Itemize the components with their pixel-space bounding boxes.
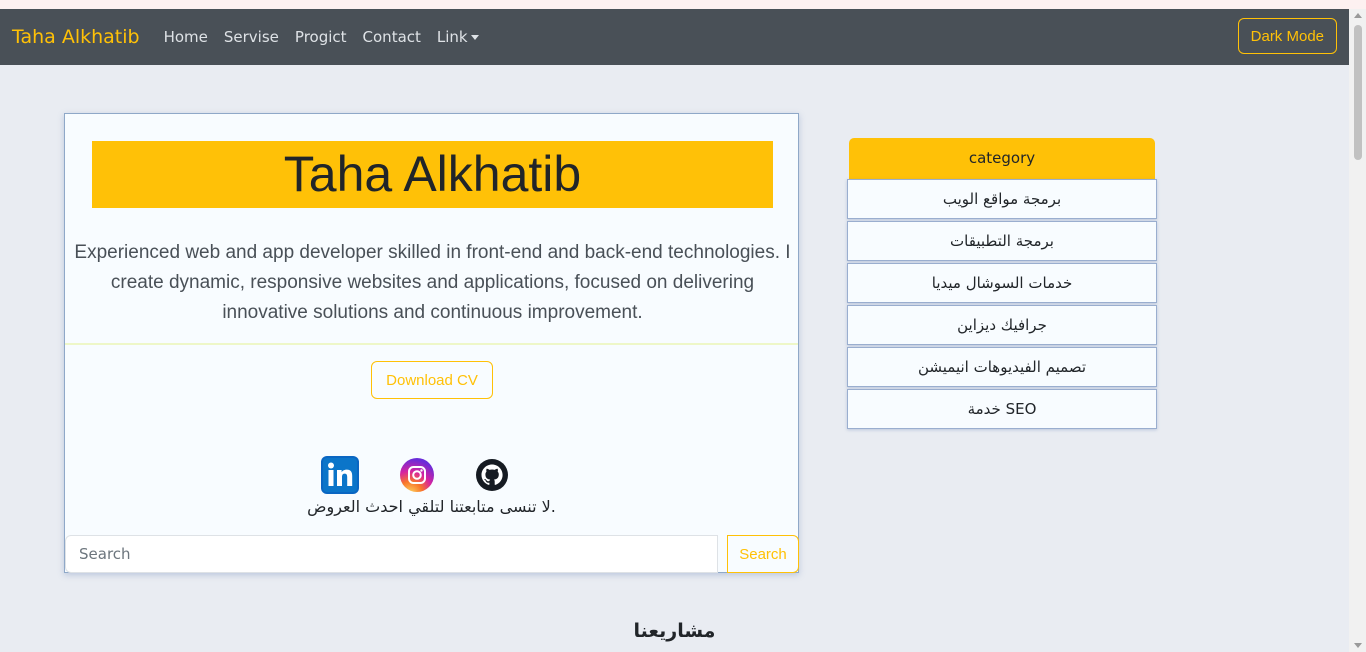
nav-dropdown-label: Link: [436, 28, 468, 46]
nav-link-contact[interactable]: Contact: [363, 28, 421, 46]
download-cv-button[interactable]: Download CV: [371, 361, 493, 399]
top-strip: [0, 0, 1366, 9]
category-item-video-animation[interactable]: تصميم الفيديوهات انيميشن: [847, 347, 1157, 387]
nav-link-home[interactable]: Home: [164, 28, 208, 46]
category-item-graphic-design[interactable]: جرافيك ديزاين: [847, 305, 1157, 345]
nav-link-project[interactable]: Progict: [295, 28, 347, 46]
profile-card: Taha Alkhatib Experienced web and app de…: [64, 113, 799, 573]
profile-title: Taha Alkhatib: [92, 141, 773, 208]
caret-down-icon: [470, 35, 479, 40]
divider: [65, 343, 798, 345]
category-item-seo[interactable]: خدمة SEO: [847, 389, 1157, 429]
nav-link-service[interactable]: Servise: [224, 28, 279, 46]
category-item-apps[interactable]: برمجة التطبيقات: [847, 221, 1157, 261]
category-item-social-media[interactable]: خدمات السوشال ميديا: [847, 263, 1157, 303]
instagram-icon[interactable]: [398, 456, 436, 494]
category-item-web[interactable]: برمجة مواقع الويب: [847, 179, 1157, 219]
navbar: Taha Alkhatib Home Servise Progict Conta…: [0, 9, 1349, 65]
dark-mode-button[interactable]: Dark Mode: [1237, 18, 1337, 54]
category-header: category: [849, 138, 1155, 179]
scroll-down-icon[interactable]: [1354, 643, 1362, 648]
profile-bio: Experienced web and app developer skille…: [74, 242, 791, 323]
navbar-brand[interactable]: Taha Alkhatib: [12, 26, 140, 48]
category-list: برمجة مواقع الويب برمجة التطبيقات خدمات …: [847, 179, 1157, 431]
search-input[interactable]: [65, 535, 718, 573]
follow-text: لا تنسى متابعتنا لتلقي احدث العروض.: [307, 497, 556, 516]
scrollbar-thumb[interactable]: [1354, 25, 1362, 160]
scroll-up-icon[interactable]: [1354, 13, 1362, 18]
nav-dropdown-link[interactable]: Link: [437, 28, 479, 46]
scrollbar[interactable]: [1349, 9, 1366, 652]
linkedin-icon[interactable]: [321, 456, 359, 494]
search-button[interactable]: Search: [727, 535, 799, 573]
github-icon[interactable]: [473, 456, 511, 494]
projects-heading: مشاريعنا: [633, 620, 716, 642]
